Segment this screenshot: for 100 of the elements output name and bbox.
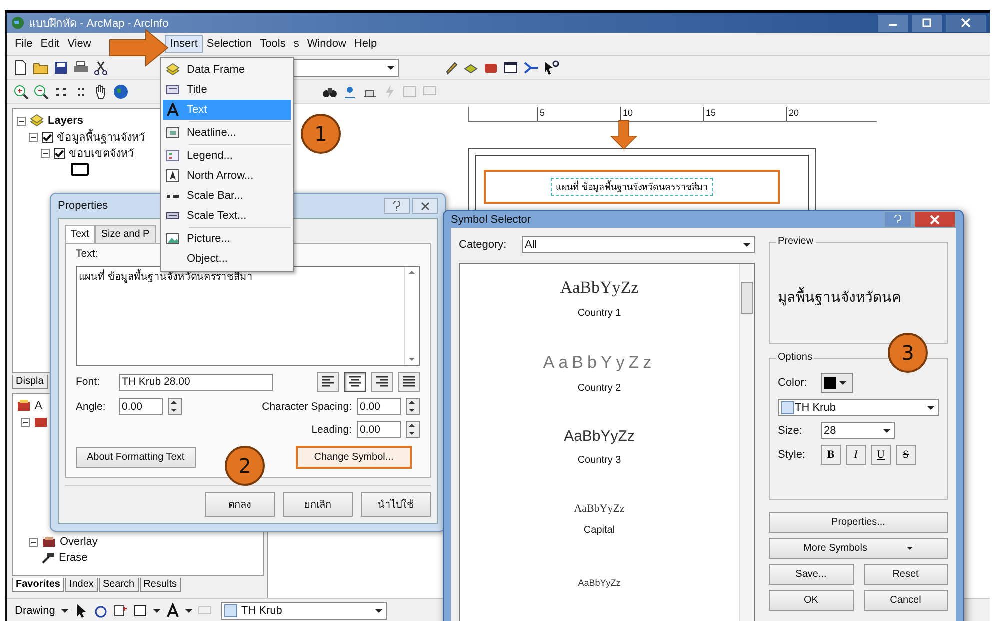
symbol-sample[interactable]: AaBbYyZz (543, 353, 656, 373)
dialog-button[interactable]: About Formatting Text (76, 447, 196, 468)
maximize-button[interactable] (912, 14, 942, 32)
color-picker[interactable] (821, 373, 853, 393)
expand-toggle[interactable] (29, 538, 38, 546)
menu-item[interactable]: Scale Bar... (163, 186, 291, 206)
italic-button[interactable]: I (846, 445, 866, 465)
menu-item[interactable]: Neatline... (163, 123, 291, 143)
spinner-icon[interactable] (406, 398, 420, 415)
menu-item[interactable]: Selection (202, 36, 256, 52)
close-button[interactable] (412, 198, 438, 214)
tree-label[interactable]: A (35, 400, 42, 412)
spacing-field[interactable]: 0.00 (357, 398, 401, 415)
field-label: Style: (778, 449, 807, 461)
tree-label[interactable]: ขอบเขตจังหวั (69, 144, 134, 162)
spinner-icon[interactable] (168, 398, 182, 415)
menu-item[interactable]: Scale Text... (163, 206, 291, 226)
angle-field[interactable]: 0.00 (119, 398, 163, 415)
menu-item[interactable]: Title (163, 80, 291, 100)
tab[interactable]: Favorites (12, 578, 64, 592)
menu-item[interactable]: Window (303, 36, 350, 52)
strike-button[interactable]: S (896, 445, 916, 465)
connector-icon[interactable] (523, 60, 539, 76)
underline-button[interactable]: U (871, 445, 891, 465)
help-button[interactable] (384, 198, 410, 214)
tab[interactable]: Search (98, 578, 139, 592)
menu-item[interactable]: North Arrow... (163, 166, 291, 186)
tab[interactable]: Displa (12, 375, 48, 389)
tab[interactable]: Index (65, 578, 98, 592)
menu-item[interactable]: Tools (256, 36, 290, 52)
leading-field[interactable]: 0.00 (357, 421, 401, 438)
tree-label[interactable]: Overlay (60, 536, 98, 548)
text-tool-icon[interactable] (165, 603, 182, 619)
symbol-sample[interactable]: AaBbYyZz (560, 278, 639, 298)
dialog-button[interactable]: Properties... (769, 512, 948, 533)
zoom-out-icon[interactable] (33, 84, 49, 100)
help-pointer-icon[interactable] (543, 60, 559, 76)
dialog-button[interactable]: Change Symbol... (296, 446, 412, 469)
menu-item[interactable]: Object... (163, 249, 291, 269)
align-right-button[interactable] (371, 372, 393, 392)
align-justify-button[interactable] (398, 372, 420, 392)
zoom-in-icon[interactable] (13, 84, 29, 100)
font-dropdown[interactable]: TH Krub (778, 399, 939, 416)
dialog-button[interactable]: Reset (864, 564, 948, 585)
align-left-button[interactable] (317, 372, 339, 392)
map-title-box[interactable]: แผนที่ ข้อมูลพื้นฐานจังหวัดนครราชสีมา (484, 170, 780, 204)
zoom-page-icon[interactable] (113, 603, 130, 619)
bold-button[interactable]: B (821, 445, 841, 465)
menu-item[interactable]: Edit (36, 36, 64, 52)
new-file-icon[interactable] (13, 60, 29, 76)
dialog-button[interactable]: นำไปใช้ (361, 492, 431, 517)
help-button[interactable] (884, 211, 912, 228)
text-input[interactable]: แผนที่ ข้อมูลพื้นฐานจังหวัดนครราชสีมา (76, 266, 420, 366)
category-dropdown[interactable]: All (522, 236, 755, 253)
expand-toggle[interactable] (29, 132, 38, 142)
align-center-button[interactable] (344, 372, 366, 392)
symbol-sample[interactable]: AaBbYyZz (574, 503, 625, 515)
menu-item[interactable]: View (64, 36, 96, 52)
menu-item[interactable]: Insert (165, 35, 203, 53)
menu-item[interactable]: Data Frame (163, 60, 291, 80)
menu-item[interactable]: File (11, 36, 37, 52)
drawing-menu[interactable]: Drawing (13, 605, 58, 617)
tab[interactable]: Size and P (95, 225, 156, 243)
tree-label[interactable]: ข้อมูลพื้นฐานจังหวั (57, 128, 145, 146)
expand-toggle[interactable] (17, 116, 26, 126)
checkbox[interactable] (54, 148, 65, 158)
menu-item[interactable]: Picture... (163, 229, 291, 249)
scrollbar[interactable] (739, 264, 754, 621)
spinner-icon[interactable] (406, 421, 420, 438)
save-icon[interactable] (53, 60, 69, 76)
dialog-button[interactable]: Cancel (864, 590, 948, 611)
checkbox[interactable] (42, 132, 53, 142)
symbol-sample[interactable]: AaBbYyZz (578, 578, 621, 588)
window-icon[interactable] (503, 60, 519, 76)
dialog-button[interactable]: ตกลง (205, 492, 275, 517)
tree-label[interactable]: Erase (59, 552, 88, 564)
font-field[interactable]: TH Krub (221, 602, 388, 620)
cut-icon[interactable] (93, 60, 109, 76)
scroll-down-icon[interactable] (409, 358, 415, 361)
close-button[interactable] (914, 211, 956, 228)
dialog-button[interactable]: More Symbols (769, 538, 948, 559)
symbol-sample[interactable]: AaBbYyZz (564, 428, 635, 445)
size-dropdown[interactable]: 28 (821, 422, 895, 439)
menu-item[interactable]: Help (350, 36, 382, 52)
tree-label[interactable]: Layers (48, 115, 84, 127)
tab[interactable]: Text (65, 225, 96, 243)
close-button[interactable] (946, 14, 986, 32)
font-field[interactable]: TH Krub 28.00 (119, 374, 273, 390)
expand-toggle[interactable] (21, 418, 30, 426)
dialog-button[interactable]: Save... (769, 564, 854, 585)
rectangle-icon[interactable] (133, 603, 150, 619)
globe-icon[interactable] (113, 84, 129, 100)
minimize-button[interactable] (878, 14, 908, 32)
tab[interactable]: Results (140, 578, 181, 592)
dialog-button[interactable]: ยกเลิก (283, 492, 353, 517)
menu-item[interactable]: s (290, 36, 304, 52)
scroll-up-icon[interactable] (409, 271, 415, 274)
dialog-button[interactable]: OK (769, 590, 854, 611)
expand-toggle[interactable] (41, 148, 50, 158)
menu-item[interactable]: Legend... (163, 146, 291, 166)
